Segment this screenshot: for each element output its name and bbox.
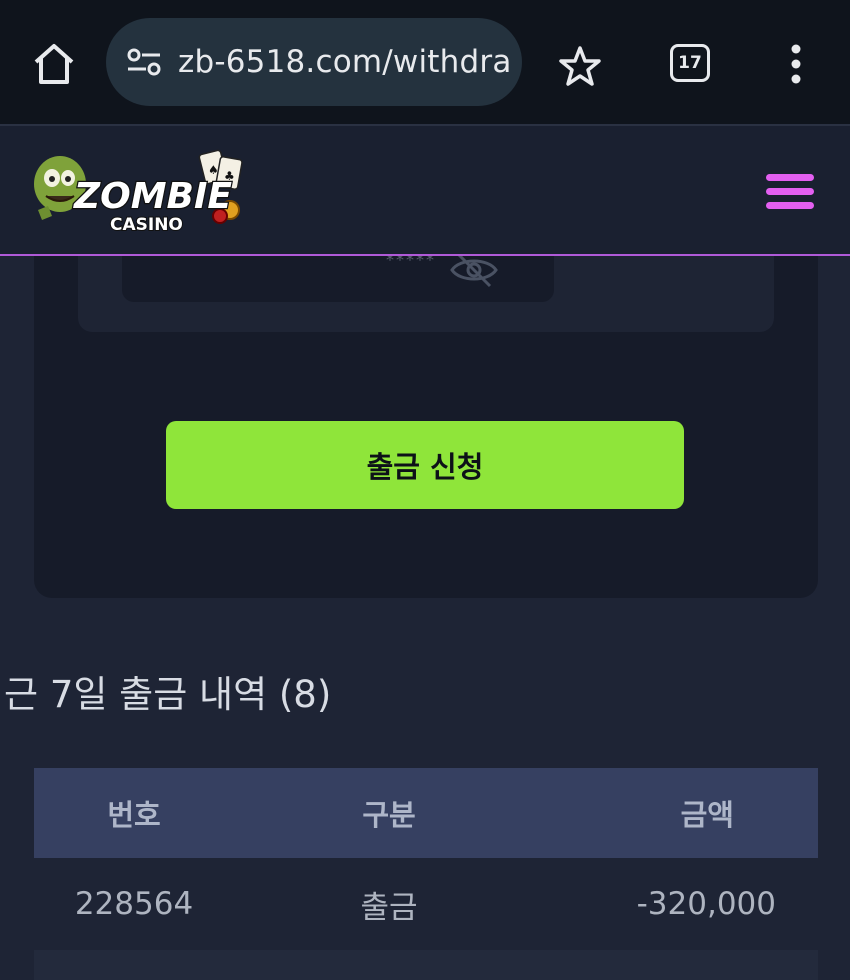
logo-wordmark: ZOMBIE — [73, 176, 232, 217]
svg-text:♠: ♠ — [208, 163, 219, 177]
eye-off-icon[interactable] — [448, 250, 500, 290]
site-settings-icon[interactable] — [126, 47, 162, 77]
url-text[interactable]: zb-6518.com/withdra — [178, 44, 512, 80]
site-header: ♠ ♣ ZOMBIE CASINO — [0, 124, 850, 256]
history-title: 최근 7일 출금 내역 (8) — [0, 673, 332, 716]
table-row[interactable]: 228564 출금 -320,000 — [34, 858, 818, 950]
tab-switcher-button[interactable]: 17 — [670, 44, 710, 82]
tab-count: 17 — [678, 53, 702, 73]
col-amount: 금액 — [680, 798, 734, 832]
row-id: 228564 — [74, 886, 194, 922]
withdraw-form-card: ***** 출금 신청 — [34, 200, 818, 598]
bookmark-star-icon[interactable] — [558, 44, 602, 88]
col-type: 구분 — [362, 798, 416, 832]
row-type: 출금 — [360, 889, 418, 926]
withdraw-request-button[interactable]: 출금 신청 — [166, 421, 684, 509]
col-number: 번호 — [107, 798, 161, 832]
row-amount: -320,000 — [636, 886, 776, 922]
logo-subtitle: CASINO — [110, 215, 183, 235]
home-icon[interactable] — [30, 40, 78, 88]
address-bar[interactable]: zb-6518.com/withdra — [106, 18, 522, 106]
table-row-next — [34, 950, 818, 980]
withdraw-history-table: 번호 구분 금액 228564 출금 -320,000 — [34, 768, 818, 980]
more-options-icon[interactable] — [782, 44, 810, 84]
browser-toolbar: zb-6518.com/withdra 17 — [0, 0, 850, 124]
table-header: 번호 구분 금액 — [34, 768, 818, 858]
history-title-wrap: 최근 7일 출금 내역 (8) — [0, 664, 850, 720]
zombie-casino-logo[interactable]: ♠ ♣ ZOMBIE CASINO — [30, 144, 250, 240]
menu-hamburger-icon[interactable] — [766, 174, 814, 210]
